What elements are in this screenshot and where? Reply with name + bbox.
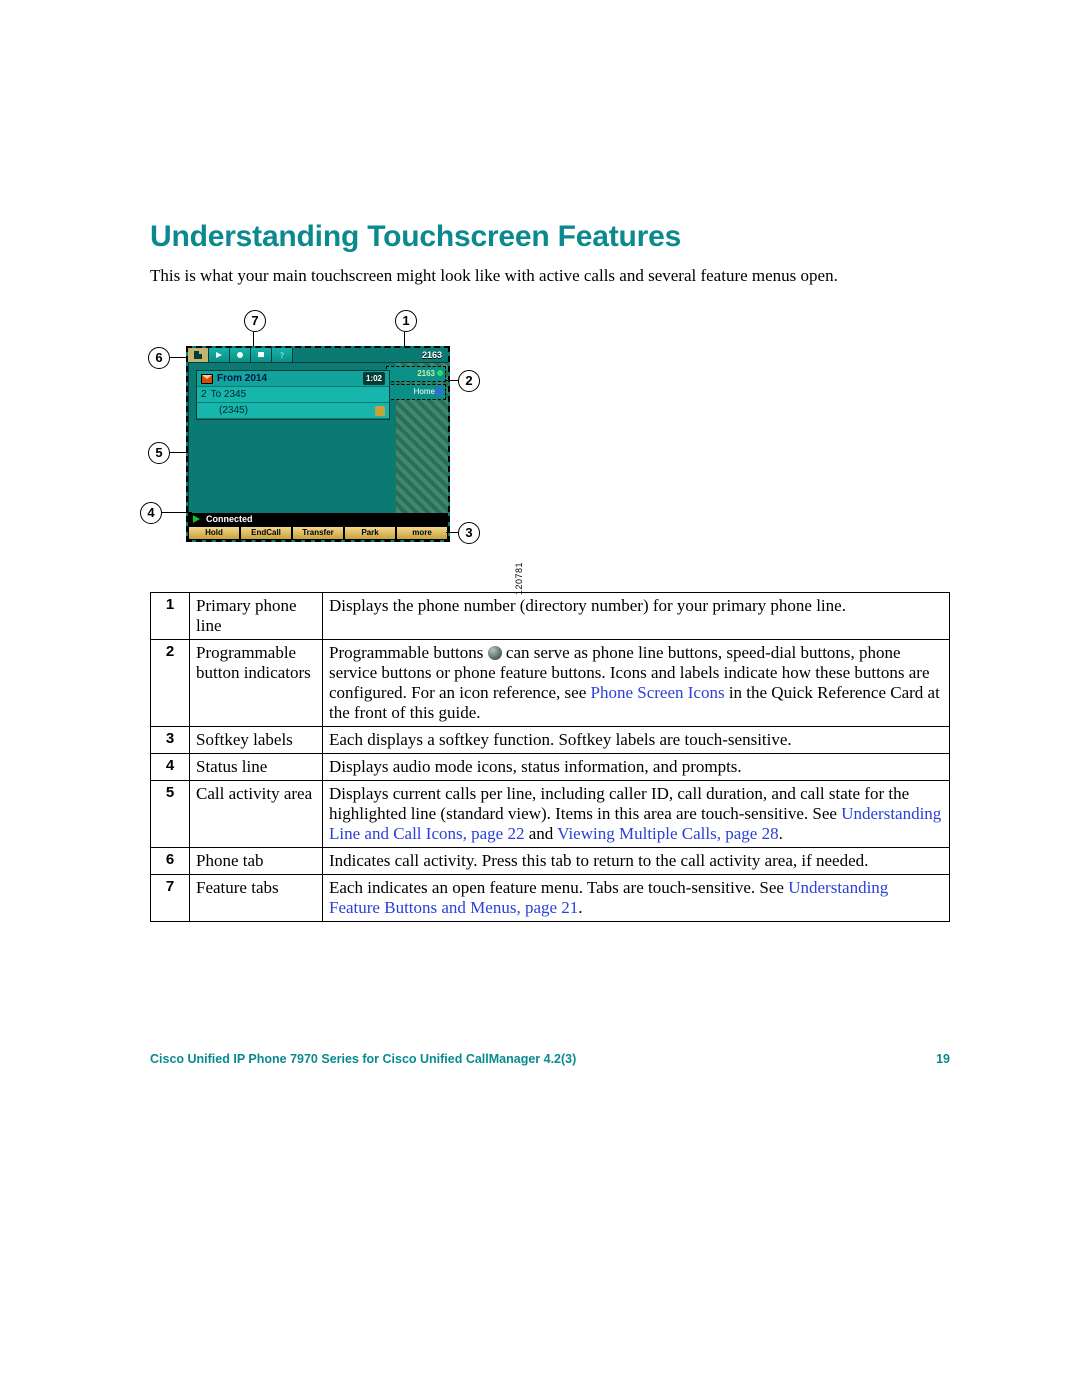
figure-id: 120781 <box>515 562 524 595</box>
phone-diagram: ? 2163 2163 Home From 2014 1:02 2 To 234… <box>142 314 502 564</box>
footer-title: Cisco Unified IP Phone 7970 Series for C… <box>150 1053 576 1066</box>
cross-reference-link[interactable]: Phone Screen Icons <box>590 683 724 702</box>
table-row: 5Call activity areaDisplays current call… <box>151 781 950 848</box>
feature-tab-bar: ? 2163 <box>188 348 448 363</box>
callout-number: 2 <box>458 370 480 392</box>
legend-number: 1 <box>151 593 190 640</box>
callout: 1 <box>395 310 417 332</box>
call-duration: 1:02 <box>363 372 385 385</box>
callout-number: 3 <box>458 522 480 544</box>
legend-description: Displays audio mode icons, status inform… <box>323 754 950 781</box>
call-label: To 2345 <box>211 388 247 401</box>
feature-tab-icon <box>209 348 230 362</box>
handset-icon <box>375 406 385 416</box>
programmable-button-label: Home <box>414 387 435 396</box>
legend-description: Displays the phone number (directory num… <box>323 593 950 640</box>
callout-number: 1 <box>395 310 417 332</box>
legend-description: Each displays a softkey function. Softke… <box>323 727 950 754</box>
callout: 7 <box>244 310 266 332</box>
legend-name: Programmable button indicators <box>190 640 323 727</box>
legend-number: 3 <box>151 727 190 754</box>
cross-reference-link[interactable]: Viewing Multiple Calls, page 28 <box>557 824 778 843</box>
legend-number: 6 <box>151 848 190 875</box>
softkey: EndCall <box>240 526 292 540</box>
phone-screen: ? 2163 2163 Home From 2014 1:02 2 To 234… <box>186 346 450 542</box>
legend-description: Each indicates an open feature menu. Tab… <box>323 875 950 922</box>
softkey: Park <box>344 526 396 540</box>
callout-number: 7 <box>244 310 266 332</box>
status-line: Connected <box>188 513 448 526</box>
feature-tab-icon <box>251 348 272 362</box>
call-row: From 2014 1:02 <box>197 371 389 387</box>
call-row: (2345) <box>197 403 389 419</box>
phone-tab-icon <box>188 348 209 362</box>
play-indicator-icon <box>193 515 200 523</box>
legend-table: 1Primary phone lineDisplays the phone nu… <box>150 592 950 922</box>
section-heading: Understanding Touchscreen Features <box>150 220 950 254</box>
legend-number: 7 <box>151 875 190 922</box>
legend-description: Displays current calls per line, includi… <box>323 781 950 848</box>
callout: 6 <box>148 347 170 369</box>
legend-name: Status line <box>190 754 323 781</box>
softkey-bar: Hold EndCall Transfer Park more <box>188 526 448 540</box>
line-status-dot-icon <box>437 370 443 376</box>
table-row: 4Status lineDisplays audio mode icons, s… <box>151 754 950 781</box>
feature-tab-icon: ? <box>272 348 293 362</box>
programmable-button: 2163 <box>386 366 446 382</box>
softkey: Transfer <box>292 526 344 540</box>
softkey: Hold <box>188 526 240 540</box>
voicemail-icon <box>201 374 213 384</box>
svg-text:?: ? <box>280 351 284 360</box>
call-subtext: (2345) <box>219 404 248 417</box>
legend-description: Indicates call activity. Press this tab … <box>323 848 950 875</box>
legend-name: Feature tabs <box>190 875 323 922</box>
status-text: Connected <box>206 514 253 524</box>
cross-reference-link[interactable]: Understanding Feature Buttons and Menus,… <box>329 878 888 917</box>
call-activity-area: From 2014 1:02 2 To 2345 (2345) <box>196 370 390 420</box>
callout-number: 6 <box>148 347 170 369</box>
intro-paragraph: This is what your main touchscreen might… <box>150 266 950 286</box>
feature-tab-icon <box>230 348 251 362</box>
callout: 4 <box>140 502 162 524</box>
footer-page-number: 19 <box>936 1053 950 1066</box>
programmable-button-icon <box>488 646 502 660</box>
table-row: 1Primary phone lineDisplays the phone nu… <box>151 593 950 640</box>
call-index: 2 <box>201 388 207 401</box>
callout: 5 <box>148 442 170 464</box>
legend-description: Programmable buttons can serve as phone … <box>323 640 950 727</box>
legend-name: Softkey labels <box>190 727 323 754</box>
callout-number: 5 <box>148 442 170 464</box>
legend-name: Call activity area <box>190 781 323 848</box>
programmable-button: Home <box>386 384 446 400</box>
table-row: 7Feature tabsEach indicates an open feat… <box>151 875 950 922</box>
legend-number: 5 <box>151 781 190 848</box>
callout: 3 <box>458 522 480 544</box>
programmable-button-label: 2163 <box>417 369 435 378</box>
call-label: From 2014 <box>217 372 267 385</box>
callout-number: 4 <box>140 502 162 524</box>
table-row: 2Programmable button indicatorsProgramma… <box>151 640 950 727</box>
softkey: more <box>396 526 448 540</box>
legend-number: 2 <box>151 640 190 727</box>
table-row: 6Phone tabIndicates call activity. Press… <box>151 848 950 875</box>
legend-name: Primary phone line <box>190 593 323 640</box>
legend-name: Phone tab <box>190 848 323 875</box>
table-row: 3Softkey labelsEach displays a softkey f… <box>151 727 950 754</box>
legend-number: 4 <box>151 754 190 781</box>
home-icon <box>435 387 443 395</box>
primary-extension: 2163 <box>422 348 448 362</box>
call-row: 2 To 2345 <box>197 387 389 403</box>
callout: 2 <box>458 370 480 392</box>
